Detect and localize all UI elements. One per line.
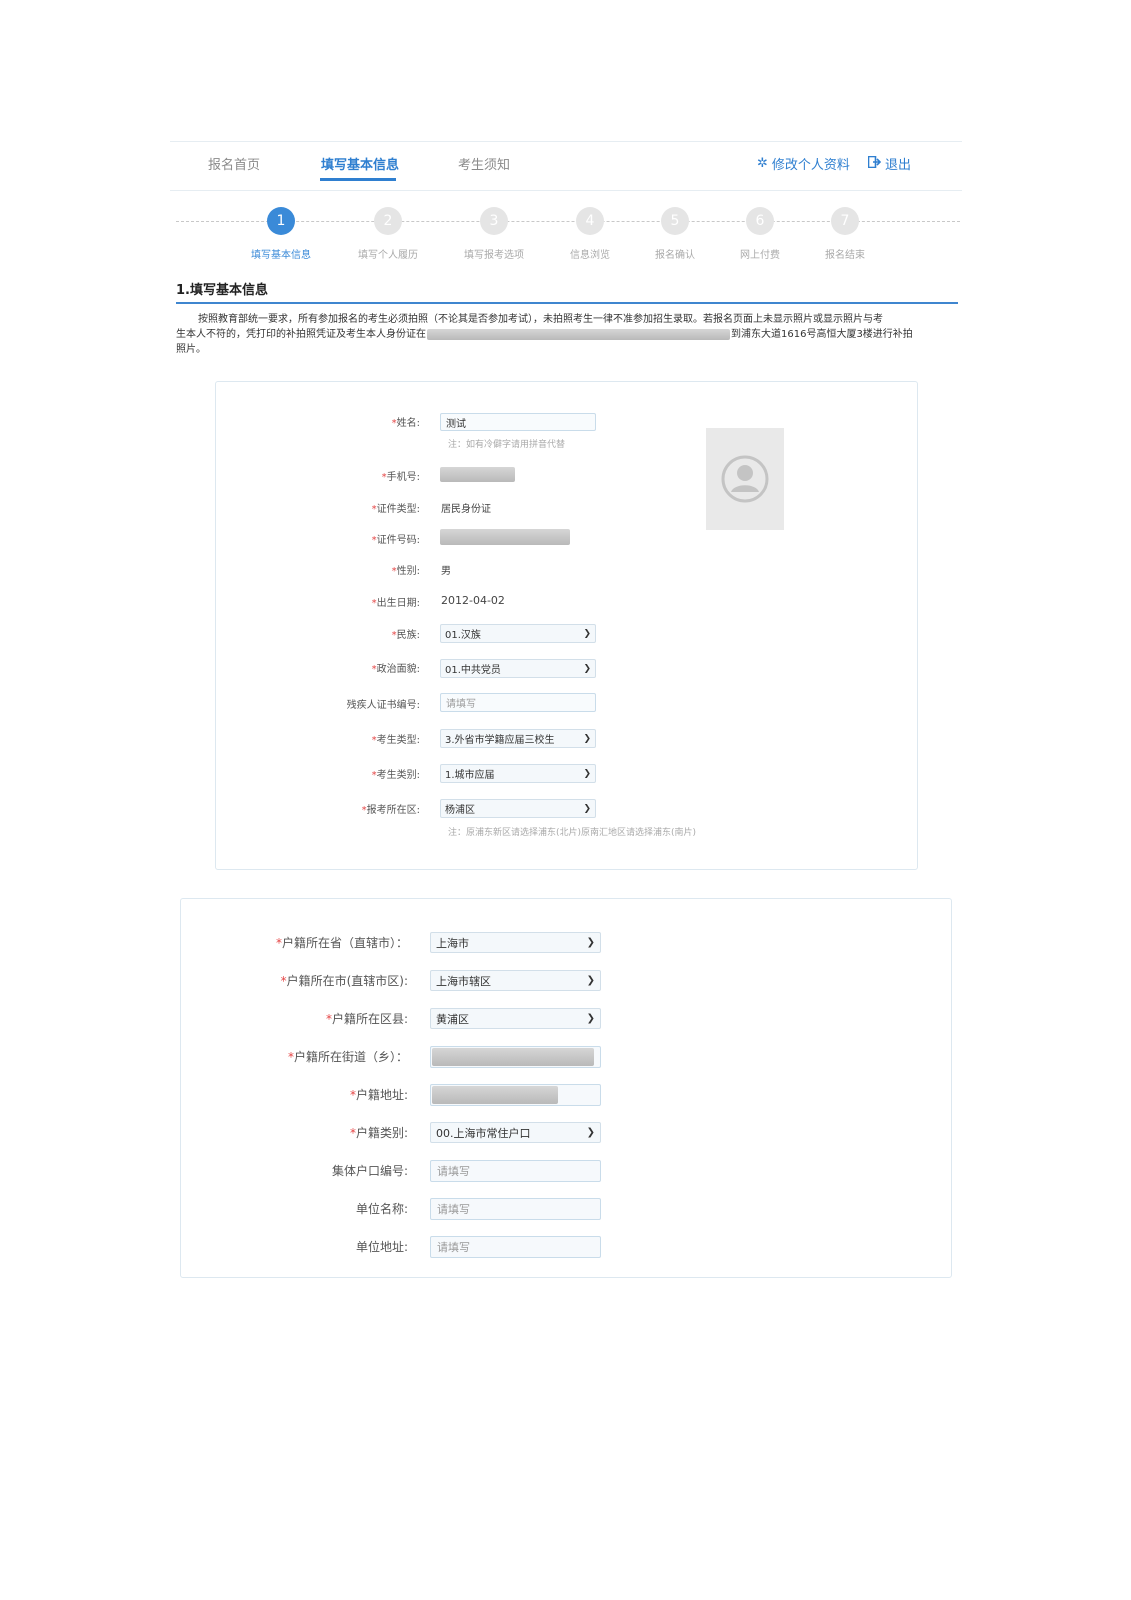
candidate-photo: [706, 428, 784, 530]
chevron-down-icon: ❯: [586, 1013, 595, 1024]
logout-link[interactable]: 退出: [867, 154, 912, 173]
ethnic-label: *民族:: [391, 630, 420, 641]
step-6-label: 网上付费: [740, 250, 780, 261]
exam-district-label: *报考所在区:: [361, 805, 420, 816]
household-type-label: *户籍类别:: [349, 1126, 408, 1140]
chevron-down-icon: ❯: [583, 663, 591, 674]
dob-label: *出生日期:: [371, 598, 420, 609]
edit-profile-link[interactable]: ✲ 修改个人资料: [757, 154, 850, 173]
household-city-select[interactable]: 上海市辖区 ❯: [430, 970, 601, 991]
household-address-label: *户籍地址:: [349, 1088, 408, 1102]
chevron-down-icon: ❯: [583, 733, 591, 744]
edit-profile-label: 修改个人资料: [771, 158, 850, 173]
notice-line-1: 按照教育部统一要求，所有参加报名的考生必须拍照（不论其是否参加考试），未拍照考生…: [198, 314, 883, 325]
exam-district-select[interactable]: 杨浦区 ❯: [440, 799, 596, 818]
notice-line-3: 照片。: [176, 344, 206, 355]
collective-household-label: 集体户口编号:: [331, 1164, 408, 1178]
household-address-input[interactable]: [430, 1084, 601, 1106]
name-hint: 注：如有冷僻字请用拼音代替: [448, 440, 566, 450]
step-1-circle: 1: [267, 207, 295, 235]
chevron-down-icon: ❯: [583, 628, 591, 639]
gender-label: *性别:: [391, 566, 420, 577]
household-province-label: *户籍所在省（直辖市）：: [275, 936, 408, 950]
redacted-location: [427, 329, 730, 340]
chevron-down-icon: ❯: [583, 768, 591, 779]
phone-label: *手机号:: [381, 472, 420, 483]
notice-line-2: 生本人不符的，凭打印的补拍照凭证及考生本人身份证在 到浦东大道1616号高恒大厦…: [176, 327, 960, 342]
step-4-label: 信息浏览: [570, 250, 610, 261]
nav-top-border: [170, 141, 962, 142]
household-address-redacted: [432, 1086, 558, 1104]
household-city-label: *户籍所在市(直辖市区):: [280, 974, 408, 988]
step-7-label: 报名结束: [825, 250, 865, 261]
household-county-select[interactable]: 黄浦区 ❯: [430, 1008, 601, 1029]
logout-label: 退出: [885, 158, 912, 173]
unit-address-input[interactable]: 请填写: [430, 1236, 601, 1258]
step-1-label: 填写基本信息: [251, 250, 311, 261]
household-type-select[interactable]: 00.上海市常住户口 ❯: [430, 1122, 601, 1143]
chevron-down-icon: ❯: [586, 1127, 595, 1138]
step-5-label: 报名确认: [655, 250, 695, 261]
household-street-label: *户籍所在街道（乡）：: [287, 1050, 408, 1064]
gender-value: 男: [441, 566, 451, 577]
step-5-circle: 5: [661, 207, 689, 235]
section-title: 1.填写基本信息: [176, 283, 268, 298]
id-type-value: 居民身份证: [441, 504, 491, 515]
step-2-label: 填写个人履历: [358, 250, 418, 261]
nav-bottom-border: [170, 190, 962, 191]
candidate-category-label: *考生类别:: [371, 770, 420, 781]
political-select[interactable]: 01.中共党员 ❯: [440, 659, 596, 678]
notice-line-2a: 生本人不符的，凭打印的补拍照凭证及考生本人身份证在: [176, 329, 426, 340]
unit-name-label: 单位名称:: [355, 1202, 408, 1216]
id-number-label: *证件号码:: [371, 535, 420, 546]
household-street-input[interactable]: [430, 1046, 601, 1068]
disability-label: 残疾人证书编号:: [346, 700, 420, 711]
candidate-category-select[interactable]: 1.城市应届 ❯: [440, 764, 596, 783]
disability-input[interactable]: 请填写: [440, 693, 596, 712]
chevron-down-icon: ❯: [586, 975, 595, 986]
name-input[interactable]: 测试: [440, 413, 596, 431]
phone-input-redacted[interactable]: [440, 467, 515, 482]
step-7-circle: 7: [831, 207, 859, 235]
political-label: *政治面貌:: [371, 664, 420, 675]
dob-value: 2012-04-02: [441, 594, 505, 607]
section-title-rule: [176, 302, 958, 304]
ethnic-select[interactable]: 01.汉族 ❯: [440, 624, 596, 643]
collective-household-input[interactable]: 请填写: [430, 1160, 601, 1182]
avatar-placeholder-icon: [721, 455, 769, 503]
household-street-redacted: [432, 1048, 594, 1066]
nav-home[interactable]: 报名首页: [208, 154, 260, 173]
candidate-type-label: *考生类型:: [371, 735, 420, 746]
chevron-down-icon: ❯: [583, 803, 591, 814]
chevron-down-icon: ❯: [586, 937, 595, 948]
unit-name-input[interactable]: 请填写: [430, 1198, 601, 1220]
step-3-circle: 3: [480, 207, 508, 235]
nav-active-underline: [320, 178, 396, 181]
household-province-select[interactable]: 上海市 ❯: [430, 932, 601, 953]
nav-candidate-notice[interactable]: 考生须知: [458, 154, 510, 173]
step-3-label: 填写报考选项: [464, 250, 524, 261]
step-2-circle: 2: [374, 207, 402, 235]
id-type-label: *证件类型:: [371, 504, 420, 515]
candidate-type-select[interactable]: 3.外省市学籍应届三校生 ❯: [440, 729, 596, 748]
name-label: *姓名:: [391, 418, 420, 429]
step-6-circle: 6: [746, 207, 774, 235]
step-4-circle: 4: [576, 207, 604, 235]
logout-icon: [867, 155, 882, 172]
household-county-label: *户籍所在区县:: [325, 1012, 408, 1026]
photo-notice: 按照教育部统一要求，所有参加报名的考生必须拍照（不论其是否参加考试），未拍照考生…: [176, 312, 960, 357]
gear-icon: ✲: [757, 156, 768, 171]
exam-district-hint: 注：原浦东新区请选择浦东(北片)原南汇地区请选择浦东(南片): [448, 828, 697, 838]
nav-fill-basic-info[interactable]: 填写基本信息: [321, 154, 399, 173]
notice-line-2b: 到浦东大道1616号高恒大厦3楼进行补拍: [731, 329, 913, 340]
id-number-input-redacted[interactable]: [440, 529, 570, 545]
unit-address-label: 单位地址:: [355, 1240, 408, 1254]
